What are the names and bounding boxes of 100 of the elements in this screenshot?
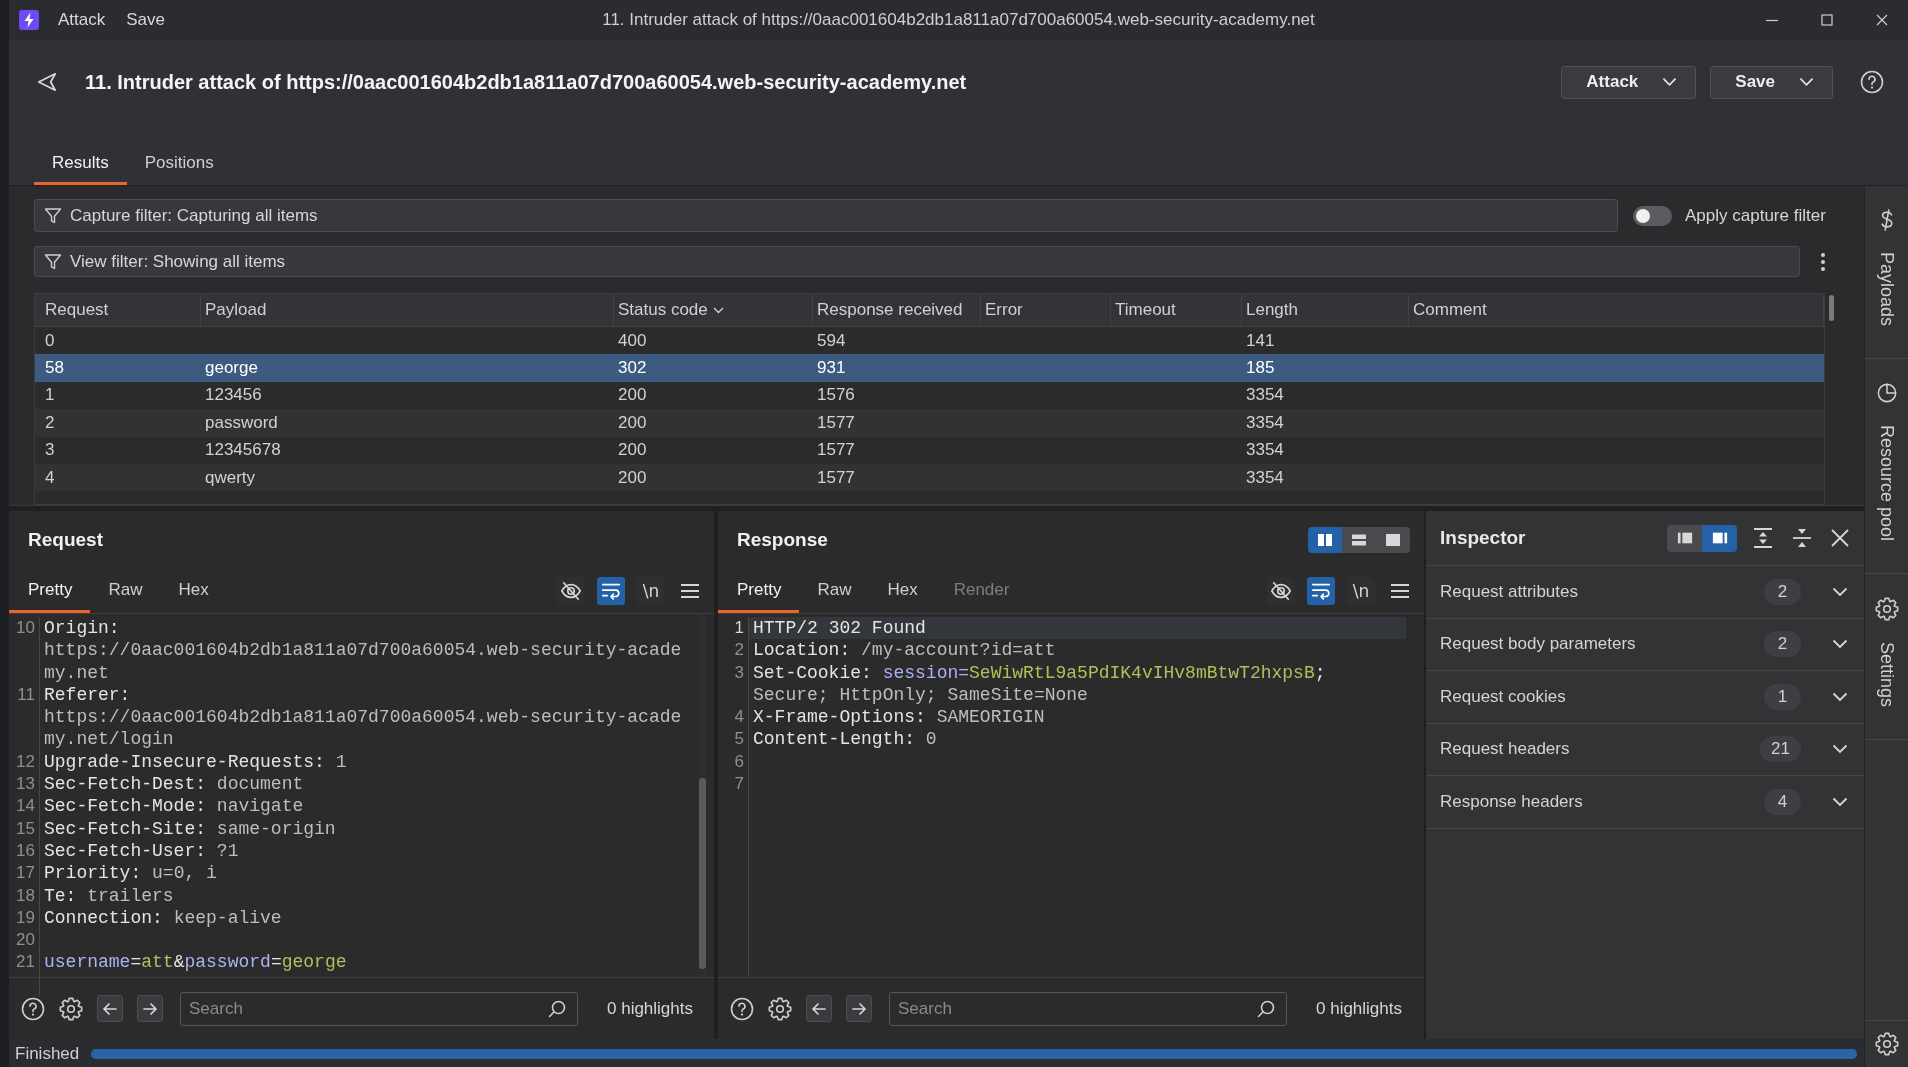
table-cell: 1577 [817, 440, 855, 460]
single-pane-icon [1385, 533, 1401, 547]
line-number: 14 [16, 796, 35, 816]
next-button[interactable] [137, 995, 163, 1022]
collapse-icon[interactable] [1791, 527, 1813, 549]
capture-filter-bar[interactable]: Capture filter: Capturing all items [34, 199, 1618, 232]
search-field[interactable]: Search [889, 991, 1287, 1026]
pie-chart-icon [1876, 382, 1897, 405]
menu-item[interactable]: Attack [58, 10, 106, 30]
highlight-count: 0 highlights [607, 998, 693, 1019]
table-cell: 1 [45, 385, 55, 405]
table-cell: 1577 [817, 467, 855, 487]
line-number: 20 [16, 930, 35, 950]
count-badge: 2 [1764, 631, 1801, 658]
help-icon[interactable] [1860, 70, 1884, 94]
editor-tab[interactable]: Raw [799, 569, 870, 613]
column-header[interactable]: Request [35, 294, 201, 326]
hide-toggle[interactable] [1267, 577, 1295, 605]
menu-icon[interactable] [680, 583, 700, 599]
hide-toggle[interactable] [557, 577, 585, 605]
help-icon[interactable] [730, 996, 754, 1021]
inspector-section[interactable]: Request body parameters 2 [1426, 618, 1864, 671]
panel-left-icon [1676, 531, 1693, 545]
kebab-menu-icon[interactable] [1820, 251, 1826, 272]
inspector-section[interactable]: Response headers 4 [1426, 776, 1864, 829]
eye-slash-icon [1270, 580, 1292, 602]
sidebar-tab[interactable]: Settings [1865, 574, 1908, 741]
filter-icon [44, 252, 62, 271]
scrollbar-thumb[interactable] [699, 778, 706, 969]
newline-toggle[interactable]: \n [637, 577, 665, 605]
close-icon[interactable] [1830, 528, 1850, 548]
two-columns-icon [1317, 533, 1333, 547]
line-number: 11 [17, 684, 35, 704]
settings-icon[interactable] [768, 996, 792, 1021]
paper-plane-icon[interactable] [36, 71, 58, 93]
line-number: 12 [16, 751, 35, 771]
expand-icon[interactable] [1752, 527, 1774, 549]
table-cell: 931 [817, 358, 846, 378]
table-cell: 3 [45, 440, 55, 460]
menu-icon[interactable] [1390, 583, 1410, 599]
settings-icon [1874, 597, 1899, 622]
code-line: Te: trailers [43, 884, 175, 907]
code-line: Content-Length: 0 [752, 728, 938, 751]
column-header[interactable]: Response received [813, 294, 981, 326]
count-badge: 2 [1764, 578, 1801, 605]
table-row[interactable]: 58 george 302 931 185 [35, 354, 1824, 382]
editor-tab[interactable]: Hex [160, 569, 227, 613]
search-field[interactable]: Search [180, 991, 578, 1026]
table-row[interactable]: 2 password 200 1577 3354 [35, 409, 1824, 437]
line-number: 16 [16, 840, 35, 860]
layout-button[interactable] [1667, 524, 1702, 552]
next-button[interactable] [846, 995, 872, 1022]
line-number: 1 [734, 618, 744, 637]
table-cell: password [205, 412, 278, 432]
layout-button[interactable] [1342, 527, 1376, 553]
inspector-section[interactable]: Request attributes 2 [1426, 566, 1864, 619]
dropdown-button[interactable]: Save [1710, 65, 1833, 99]
column-header[interactable]: Payload [201, 294, 614, 326]
wrap-toggle[interactable] [597, 577, 625, 605]
editor-tab[interactable]: Hex [869, 569, 936, 613]
maximize-icon[interactable] [1821, 14, 1833, 26]
column-header[interactable]: Status code [614, 294, 813, 326]
editor-tab[interactable]: Raw [90, 569, 161, 613]
table-cell: 400 [618, 330, 647, 350]
window-title: 11. Intruder attack of https://0aac001604b2db1a811a07d700a60054.web-security-academy.net [602, 10, 1315, 30]
newline-toggle[interactable]: \n [1347, 577, 1375, 605]
inspector-section[interactable]: Request headers 21 [1426, 723, 1864, 776]
column-header[interactable]: Error [981, 294, 1111, 326]
sidebar-tab[interactable]: Resource pool [1865, 359, 1908, 575]
help-icon[interactable] [21, 996, 45, 1021]
table-row[interactable]: 4 qwerty 200 1577 3354 [35, 463, 1824, 492]
scrollbar-thumb[interactable] [1829, 295, 1834, 321]
column-header[interactable]: Timeout [1111, 294, 1242, 326]
code-line: Sec-Fetch-Mode: navigate [43, 795, 305, 818]
arrow-right-icon [851, 1000, 867, 1017]
arrow-left-icon [811, 1000, 827, 1017]
dropdown-button[interactable]: Attack [1561, 65, 1697, 99]
count-badge: 1 [1764, 683, 1801, 710]
tab[interactable]: Positions [126, 144, 232, 185]
column-header[interactable]: Length [1242, 294, 1409, 326]
close-icon[interactable] [1876, 14, 1888, 26]
layout-button[interactable] [1702, 524, 1737, 552]
previous-button[interactable] [97, 995, 123, 1022]
view-filter-bar[interactable]: View filter: Showing all items [34, 246, 1800, 277]
menu-item[interactable]: Save [126, 10, 165, 30]
code-line: Sec-Fetch-Site: same-origin [43, 817, 337, 840]
line-number: 5 [734, 729, 744, 749]
sidebar-tab[interactable]: Payloads [1865, 186, 1908, 360]
previous-button[interactable] [806, 995, 832, 1022]
inspector-section[interactable]: Request cookies 1 [1426, 671, 1864, 724]
line-number: 2 [734, 640, 744, 660]
arrow-left-icon [102, 1000, 118, 1017]
toggle-switch[interactable] [1633, 205, 1672, 226]
filter-icon [44, 206, 62, 225]
settings-icon[interactable] [1874, 1032, 1899, 1056]
wrap-toggle[interactable] [1307, 577, 1335, 605]
layout-button[interactable] [1308, 527, 1342, 553]
column-header[interactable]: Comment [1409, 294, 1824, 326]
layout-button[interactable] [1376, 527, 1410, 553]
settings-icon[interactable] [59, 996, 83, 1021]
